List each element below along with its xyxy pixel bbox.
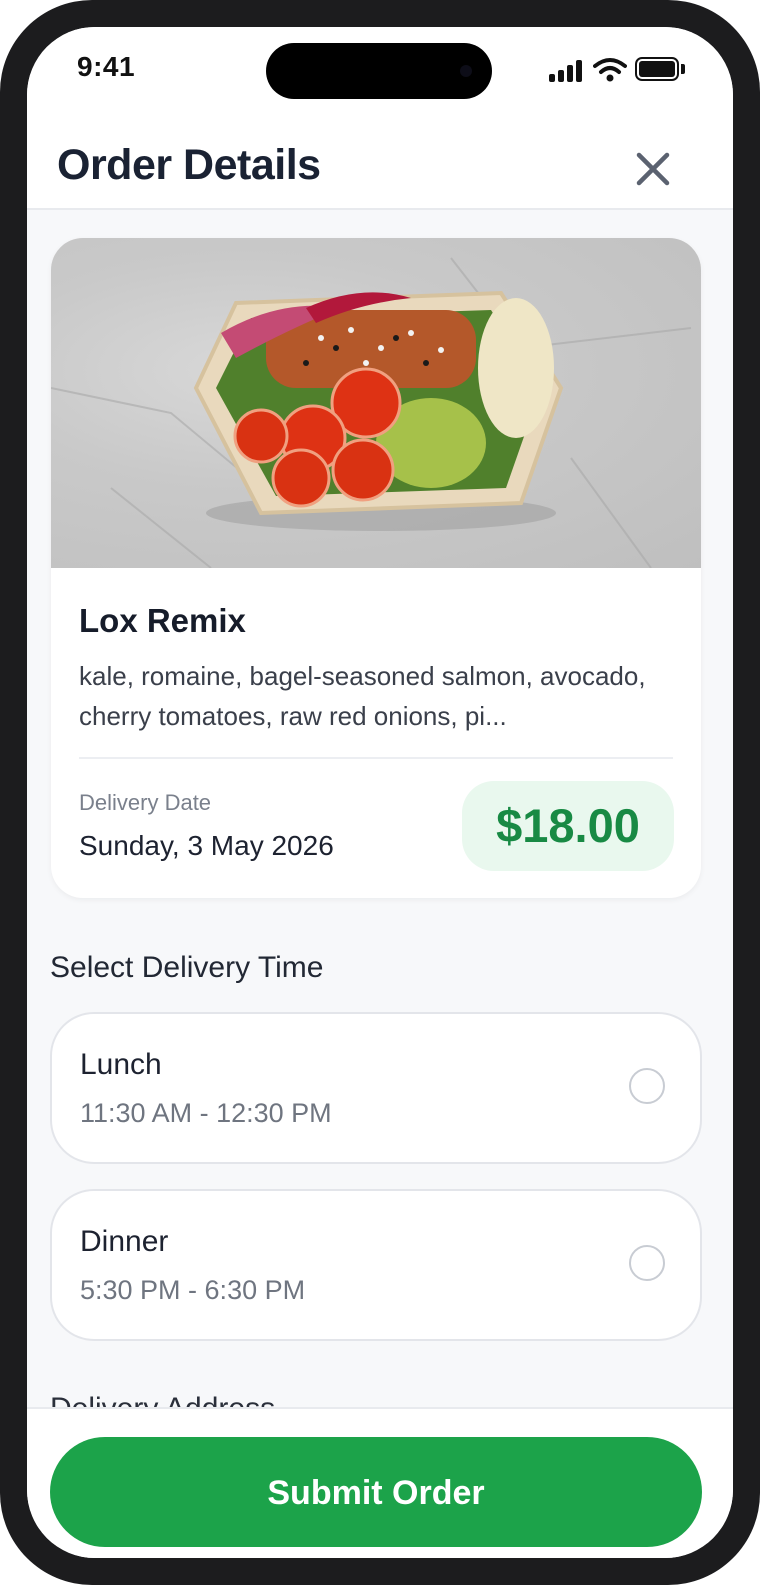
option-time: 5:30 PM - 6:30 PM (80, 1275, 306, 1305)
dish-photo (51, 238, 701, 569)
option-name: Dinner (80, 1225, 169, 1258)
battery-icon (635, 57, 679, 81)
divider (79, 757, 673, 759)
dish-name: Lox Remix (79, 602, 246, 639)
dish-card: Lox Remix kale, romaine, bagel-seasoned … (51, 238, 701, 898)
salad-bowl-image (51, 257, 692, 569)
cellular-signal-icon (549, 60, 583, 82)
price-value: $18.00 (496, 799, 640, 852)
delivery-address-heading: Delivery Address (50, 1389, 275, 1407)
submit-order-label: Submit Order (267, 1474, 485, 1512)
screen: 9:41 Order Details Lox Remix kale, romai… (27, 27, 733, 1558)
price-badge: $18.00 (462, 781, 674, 871)
close-icon[interactable] (633, 149, 673, 189)
delivery-option-lunch[interactable]: Lunch 11:30 AM - 12:30 PM (50, 1012, 702, 1164)
wifi-icon (593, 58, 627, 82)
radio-button[interactable] (629, 1245, 665, 1281)
battery-cap (681, 64, 685, 74)
phone-frame: 9:41 Order Details Lox Remix kale, romai… (0, 0, 760, 1585)
submit-order-button[interactable]: Submit Order (50, 1437, 702, 1547)
option-name: Lunch (80, 1048, 162, 1081)
status-bar: 9:41 (27, 27, 733, 119)
page-title: Order Details (57, 141, 321, 189)
delivery-option-dinner[interactable]: Dinner 5:30 PM - 6:30 PM (50, 1189, 702, 1341)
camera-dot (460, 65, 472, 77)
delivery-date-value: Sunday, 3 May 2026 (79, 830, 334, 861)
radio-button[interactable] (629, 1068, 665, 1104)
option-time: 11:30 AM - 12:30 PM (80, 1098, 332, 1128)
dynamic-island (266, 43, 492, 99)
dish-description: kale, romaine, bagel-seasoned salmon, av… (79, 661, 646, 731)
header: Order Details (27, 119, 733, 210)
delivery-time-heading: Select Delivery Time (50, 951, 324, 984)
status-time: 9:41 (77, 51, 136, 82)
delivery-date-label: Delivery Date (79, 790, 212, 815)
